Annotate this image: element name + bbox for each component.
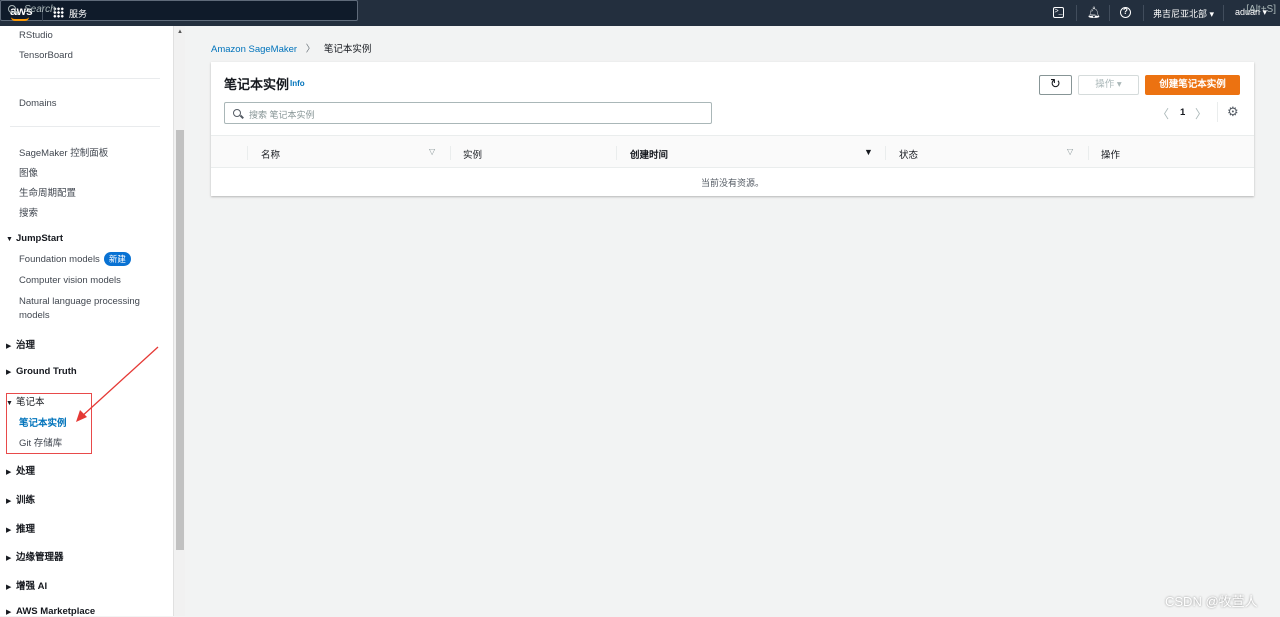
search-icon: [233, 109, 241, 117]
sidebar-item-search[interactable]: 搜索: [19, 205, 38, 219]
sidebar-item-domains[interactable]: Domains: [19, 98, 57, 109]
notebook-instances-panel: 笔记本实例 Info ↻ 操作 ▾ 创建笔记本实例 搜索 笔记本实例 〈 1 〉…: [211, 62, 1254, 196]
actions-dropdown[interactable]: 操作 ▾: [1078, 75, 1139, 95]
column-actions[interactable]: 操作: [1101, 147, 1120, 161]
create-notebook-instance-button[interactable]: 创建笔记本实例: [1145, 75, 1240, 95]
caret-right-icon: ▶: [6, 555, 12, 562]
empty-state-text: 当前没有资源。: [700, 178, 764, 188]
sidebar-item-foundation-models[interactable]: Foundation models 新建: [19, 252, 131, 266]
caret-right-icon: ▶: [6, 584, 12, 591]
sidebar-item-rstudio[interactable]: RStudio: [19, 30, 53, 41]
sidebar-section-training[interactable]: ▶ 训练: [6, 492, 35, 506]
user-menu[interactable]: aduan ▾: [1235, 7, 1267, 18]
sidebar-section-processing[interactable]: ▶ 处理: [6, 463, 35, 477]
sidebar-scrollbar[interactable]: ▲: [173, 26, 185, 616]
caret-right-icon: ▶: [6, 369, 12, 376]
column-divider: [616, 146, 617, 160]
sidebar-item-cv-models[interactable]: Computer vision models: [19, 275, 121, 286]
column-divider: [450, 146, 451, 160]
prev-page-button[interactable]: 〈: [1157, 105, 1169, 122]
refresh-button[interactable]: ↻: [1039, 75, 1072, 95]
search-input[interactable]: 搜索 笔记本实例: [224, 102, 712, 124]
scroll-up-icon[interactable]: ▲: [177, 29, 183, 35]
caret-right-icon: ▶: [6, 498, 12, 505]
divider: [10, 126, 160, 127]
chevron-right-icon: 〉: [305, 44, 316, 55]
sidebar-section-augmented-ai[interactable]: ▶ 增强 AI: [6, 578, 47, 592]
table-header: 名称 ▽ 实例 创建时间 ▼ 状态 ▽ 操作: [211, 135, 1254, 168]
column-created-time[interactable]: 创建时间: [630, 147, 668, 161]
bell-icon[interactable]: 🔔︎: [1087, 6, 1101, 19]
column-name[interactable]: 名称: [261, 147, 280, 161]
watermark: CSDN @牧萱人: [1165, 594, 1258, 609]
caret-right-icon: ▶: [6, 527, 12, 534]
sidebar-section-edge-manager[interactable]: ▶ 边缘管理器: [6, 549, 64, 563]
services-menu[interactable]: 服务: [69, 7, 87, 20]
sort-desc-icon[interactable]: ▼: [864, 147, 873, 157]
column-status[interactable]: 状态: [899, 147, 918, 161]
sidebar-section-ground-truth[interactable]: ▶ Ground Truth: [6, 366, 77, 377]
region-selector[interactable]: 弗吉尼亚北部 ▾: [1153, 7, 1214, 20]
settings-gear-icon[interactable]: ⚙: [1227, 104, 1239, 120]
annotation-arrow-icon: [76, 346, 159, 422]
sidebar-section-marketplace[interactable]: ▶ AWS Marketplace: [6, 606, 95, 617]
sort-icon[interactable]: ▽: [1067, 147, 1073, 156]
breadcrumb-current: 笔记本实例: [323, 44, 372, 55]
help-icon[interactable]: ?: [1120, 7, 1131, 18]
divider: [10, 78, 160, 79]
scrollbar-thumb[interactable]: [176, 130, 184, 550]
divider: [1109, 5, 1110, 21]
divider: [1076, 5, 1077, 21]
column-divider: [247, 146, 248, 160]
divider: [1143, 5, 1144, 21]
sidebar-item-images[interactable]: 图像: [19, 165, 38, 179]
sidebar: RStudio TensorBoard Domains SageMaker 控制…: [0, 26, 173, 617]
caret-right-icon: ▶: [6, 343, 12, 350]
page-title: 笔记本实例: [224, 77, 290, 92]
column-divider: [885, 146, 886, 160]
column-divider: [1088, 146, 1089, 160]
page-number[interactable]: 1: [1180, 107, 1185, 118]
caret-down-icon: ▼: [6, 236, 13, 243]
search-icon: [8, 5, 16, 13]
sidebar-section-inference[interactable]: ▶ 推理: [6, 521, 35, 535]
next-page-button[interactable]: 〉: [1195, 105, 1207, 122]
sidebar-section-governance[interactable]: ▶ 治理: [6, 337, 35, 351]
sort-icon[interactable]: ▽: [429, 147, 435, 156]
sidebar-item-lifecycle[interactable]: 生命周期配置: [19, 185, 76, 199]
caret-right-icon: ▶: [6, 469, 12, 476]
top-nav-bar: aws 服务 Search [Alt+S] >_ 🔔︎ ? 弗吉尼亚北部 ▾ a…: [0, 0, 1280, 26]
divider: [1217, 102, 1218, 122]
new-badge: 新建: [103, 252, 131, 266]
breadcrumb-sagemaker[interactable]: Amazon SageMaker: [211, 44, 297, 55]
divider: [1223, 5, 1224, 21]
column-instance[interactable]: 实例: [463, 147, 482, 161]
info-link[interactable]: Info: [290, 79, 305, 88]
sidebar-item-dashboard[interactable]: SageMaker 控制面板: [19, 145, 108, 159]
sidebar-item-nlp-models[interactable]: Natural language processing models: [19, 295, 149, 323]
caret-right-icon: ▶: [6, 609, 12, 616]
sidebar-section-jumpstart[interactable]: ▼ JumpStart: [6, 233, 63, 244]
cloudshell-icon[interactable]: >_: [1053, 7, 1064, 18]
breadcrumb: Amazon SageMaker 〉 笔记本实例: [211, 41, 371, 55]
refresh-icon: ↻: [1050, 76, 1061, 91]
sidebar-item-tensorboard[interactable]: TensorBoard: [19, 50, 73, 61]
